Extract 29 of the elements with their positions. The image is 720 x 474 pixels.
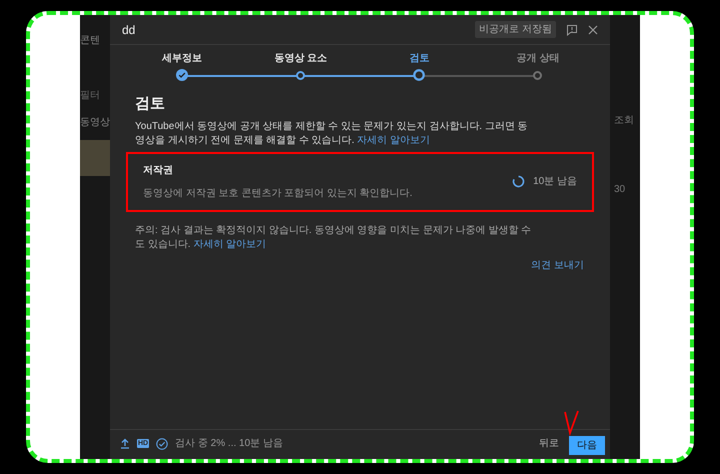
page-title: 콘텐 [80, 34, 101, 48]
dialog-title: dd [122, 22, 136, 38]
step-tab[interactable]: 동영상 요소 [274, 54, 328, 64]
step-tab[interactable]: 세부정보 [162, 54, 202, 64]
time-remaining: 10분 남음 [533, 175, 577, 189]
check-progress-text: 검사 중 2% ... 10분 남음 [175, 437, 283, 451]
learn-more-link[interactable]: 자세히 알아보기 [193, 238, 266, 250]
loading-spinner-icon [512, 175, 526, 188]
back-button[interactable]: 뒤로 [537, 436, 561, 451]
caution-text: 주의: 검사 결과는 확정적이지 않습니다. 동영상에 영향을 미치는 문제가 나중에 발생할 수도 있습니다. 자세히 알아보기 [134, 224, 532, 252]
step-tab[interactable]: 검토 [409, 54, 430, 64]
upload-icon[interactable] [120, 438, 130, 449]
review-description: YouTube에서 동영상에 공개 상태를 제한할 수 있는 문제가 있는지 검사합니다. 그러면 동영상을 게시하기 전에 문제를 해결할 수 있습니다. 자세히 알아보기 [134, 120, 529, 148]
close-icon[interactable] [588, 24, 598, 34]
check-circle-icon [156, 438, 168, 450]
step-tab[interactable]: 공개 상태 [516, 54, 560, 64]
check-title: 저작권 [143, 164, 174, 178]
send-feedback-link[interactable]: 의견 보내기 [531, 258, 584, 272]
column-header: 조회 [614, 114, 635, 128]
section-heading: 검토 [134, 94, 166, 114]
check-description: 동영상에 저작권 보호 콘텐츠가 포함되어 있는지 확인합니다. [143, 186, 412, 200]
video-thumbnail [80, 140, 110, 176]
learn-more-link[interactable]: 자세히 알아보기 [357, 134, 430, 146]
table-cell-text: 30 [614, 183, 626, 197]
column-header: 동영상 [80, 116, 110, 130]
filter-label: 필터 [80, 89, 101, 103]
next-button[interactable]: 다음 [569, 436, 605, 454]
feedback-icon[interactable] [566, 24, 578, 36]
saved-status-badge: 비공개로 저장됨 [475, 21, 556, 38]
